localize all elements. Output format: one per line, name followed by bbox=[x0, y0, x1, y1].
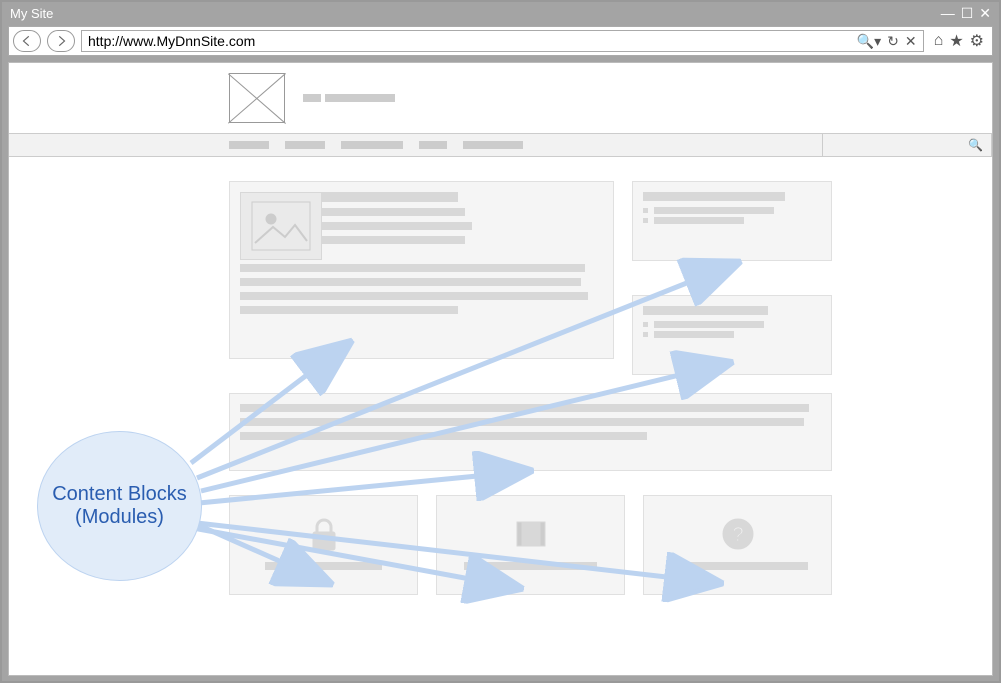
heading-placeholder bbox=[643, 306, 768, 315]
heading-placeholder bbox=[643, 192, 785, 201]
nav-item[interactable] bbox=[463, 141, 523, 149]
forward-button[interactable] bbox=[47, 30, 75, 52]
site-header bbox=[9, 63, 992, 133]
site-search[interactable]: 🔍 bbox=[822, 134, 992, 156]
stop-icon[interactable]: ✕ bbox=[905, 33, 917, 50]
text-placeholder bbox=[240, 278, 581, 286]
module-card-2 bbox=[436, 495, 625, 595]
lock-icon bbox=[302, 514, 346, 554]
back-button[interactable] bbox=[13, 30, 41, 52]
nav-item[interactable] bbox=[341, 141, 403, 149]
page-viewport: 🔍 bbox=[8, 62, 993, 676]
site-nav: 🔍 bbox=[9, 133, 992, 157]
title-placeholder-long bbox=[325, 94, 395, 102]
search-icon: 🔍 bbox=[968, 138, 983, 152]
home-icon[interactable]: ⌂ bbox=[934, 32, 944, 50]
nav-item[interactable] bbox=[285, 141, 325, 149]
minimize-icon[interactable]: — bbox=[941, 5, 955, 22]
module-card-1 bbox=[229, 495, 418, 595]
search-icon[interactable]: 🔍▾ bbox=[857, 33, 881, 50]
annotation-label: Content Blocks (Modules) bbox=[48, 483, 191, 529]
module-banner bbox=[229, 393, 832, 471]
module-card-3: ? bbox=[643, 495, 832, 595]
browser-toolbar: 🔍▾ ↻ ✕ ⌂ ★ ⚙ bbox=[8, 26, 993, 56]
window-title: My Site bbox=[10, 6, 53, 21]
settings-gear-icon[interactable]: ⚙ bbox=[970, 31, 984, 51]
nav-item[interactable] bbox=[229, 141, 269, 149]
card-label-placeholder bbox=[265, 562, 382, 570]
title-placeholder-short bbox=[303, 94, 321, 102]
module-sidebar-1 bbox=[632, 181, 832, 261]
film-icon bbox=[509, 514, 553, 554]
text-placeholder bbox=[240, 404, 809, 412]
close-icon[interactable]: ✕ bbox=[979, 5, 991, 22]
card-label-placeholder bbox=[464, 562, 598, 570]
module-article bbox=[229, 181, 614, 359]
image-placeholder-icon bbox=[240, 192, 322, 260]
module-sidebar-2 bbox=[632, 295, 832, 375]
logo-placeholder bbox=[229, 73, 285, 123]
nav-item[interactable] bbox=[419, 141, 447, 149]
reload-icon[interactable]: ↻ bbox=[887, 33, 899, 50]
maximize-icon[interactable]: ☐ bbox=[961, 5, 974, 22]
annotation-bubble: Content Blocks (Modules) bbox=[37, 431, 202, 581]
browser-window: My Site — ☐ ✕ 🔍▾ ↻ ✕ ⌂ ★ ⚙ bbox=[0, 0, 1001, 683]
address-bar[interactable]: 🔍▾ ↻ ✕ bbox=[81, 30, 924, 52]
text-placeholder bbox=[240, 264, 585, 272]
window-controls: — ☐ ✕ bbox=[941, 5, 991, 22]
help-icon: ? bbox=[716, 514, 760, 554]
url-input[interactable] bbox=[88, 33, 857, 49]
text-placeholder bbox=[240, 292, 588, 300]
svg-text:?: ? bbox=[732, 524, 743, 546]
text-placeholder bbox=[240, 306, 458, 314]
card-label-placeholder bbox=[667, 562, 809, 570]
text-placeholder bbox=[240, 432, 647, 440]
favorite-icon[interactable]: ★ bbox=[949, 31, 963, 51]
text-placeholder bbox=[240, 418, 804, 426]
window-titlebar: My Site — ☐ ✕ bbox=[2, 2, 999, 24]
